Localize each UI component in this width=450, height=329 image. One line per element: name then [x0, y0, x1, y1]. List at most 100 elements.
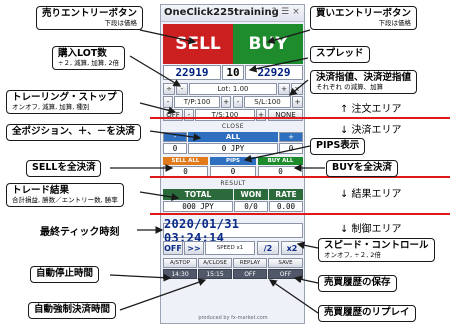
callout-buy-close-title: BUYを全決済 [332, 162, 392, 173]
callout-trailing-sub: オンオフ, 減算, 加算, 種別 [12, 102, 90, 111]
callout-speed: スピード・コントロール オンオフ, ÷２, 2倍 [318, 238, 435, 263]
close-plus-button[interactable]: + [279, 132, 303, 142]
order-area-label: ↑ 注文エリア [340, 104, 402, 115]
lot-value: Lot: 1.00 [189, 83, 277, 95]
sl-value: S/L:100 [244, 96, 291, 108]
close-minus-value: 0 [163, 143, 187, 154]
speed-value: SPEED x1 [205, 241, 255, 255]
sell-all-button[interactable]: SELL ALL [163, 157, 208, 165]
callout-buy-entry-title: 買いエントリーボタン [316, 8, 412, 19]
close-area-label: ↓ 決済エリア [340, 125, 402, 136]
callout-sell-close: SELLを全決済 [26, 160, 102, 177]
callout-sell-entry-sub: 下段は価格 [104, 18, 138, 27]
lot-minus-button[interactable]: - [176, 83, 188, 95]
result-total-header: TOTAL [163, 189, 233, 200]
trail-value: T/S:100 [195, 109, 255, 121]
callout-lot-title: 購入LOT数 [58, 48, 107, 59]
callout-replay-title: 売買履歴のリプレイ [324, 307, 410, 318]
callout-tpsl-title: 決済指値、決済逆指値 [316, 72, 412, 83]
callout-lot: 購入LOT数 ÷２, 減算, 加算, 2倍 [52, 46, 125, 71]
buy-button[interactable]: BUY [233, 24, 303, 64]
callout-auto-stop: 自動停止時間 [30, 266, 100, 283]
callout-result-sub: 合計損益, 勝数／エントリー数, 勝率 [12, 195, 118, 204]
pips-label: PIPS [210, 157, 256, 165]
callout-auto-stop-title: 自動停止時間 [36, 268, 94, 279]
lot-plus-button[interactable]: + [278, 83, 290, 95]
control-area-label: ↓ 制御エリア [340, 224, 402, 235]
callout-spread-title: スプレッド [316, 48, 364, 59]
callout-tpsl: 決済指値、決済逆指値 それぞれ の減算、加算 [310, 70, 418, 95]
callout-spread: スプレッド [310, 46, 370, 63]
window-title: OneClick225training [164, 7, 279, 18]
trail-type-button[interactable]: NONE [268, 109, 303, 121]
result-area-divider [150, 213, 450, 215]
callout-pips-title: PIPS表示 [316, 140, 360, 151]
speed-double-button[interactable]: x2 [281, 241, 303, 255]
tp-plus-button[interactable]: + [221, 96, 231, 108]
result-section-label: RESULT [220, 180, 246, 187]
callout-lot-sub: ÷２, 減算, 加算, 2倍 [58, 58, 119, 67]
callout-auto-close: 自動強制決済時間 [28, 302, 117, 319]
help-icon[interactable]: ? [269, 7, 279, 18]
autoclose-time[interactable]: 15:15 [198, 269, 232, 279]
callout-save: 売買履歴の保存 [318, 275, 397, 292]
sell-price: 22919 [163, 65, 221, 80]
fast-forward-button[interactable]: >> [184, 241, 204, 255]
result-won-header: WON [234, 189, 268, 200]
replay-state[interactable]: OFF [233, 269, 267, 279]
sl-minus-button[interactable]: - [233, 96, 243, 108]
speed-half-button[interactable]: /2 [257, 241, 279, 255]
close-icon[interactable]: × [291, 7, 301, 18]
callout-sell-close-title: SELLを全決済 [32, 162, 96, 173]
buy-all-button[interactable]: BUY ALL [258, 157, 303, 165]
callout-save-title: 売買履歴の保存 [324, 277, 391, 288]
tp-minus-button[interactable]: - [163, 96, 173, 108]
callout-speed-title: スピード・コントロール [324, 240, 429, 251]
callout-tpsl-sub: それぞれ の減算、加算 [316, 82, 384, 91]
callout-pips: PIPS表示 [310, 138, 366, 155]
result-area-label: ↓ 結果エリア [340, 189, 402, 200]
last-tick-label: 最終ティック時刻 [40, 227, 120, 238]
trail-toggle-button[interactable]: OFF [163, 109, 183, 121]
spread-value: 10 [222, 65, 244, 80]
close-section-label: CLOSE [221, 123, 245, 130]
buy-price: 22929 [245, 65, 303, 80]
callout-result-title: トレード結果 [12, 185, 70, 196]
autostop-time[interactable]: 14:30 [163, 269, 197, 279]
close-all-button[interactable]: ALL [188, 132, 278, 142]
result-rate-value: 0.00 [269, 201, 303, 212]
callout-sell-entry: 売りエントリーボタン 下段は価格 [36, 6, 144, 31]
callout-all-close: 全ポジション、＋、－を決済 [6, 124, 141, 141]
callout-buy-entry-sub: 下段は価格 [378, 18, 412, 27]
lot-double-button[interactable]: x [291, 83, 303, 95]
close-all-value: 0 JPY [188, 143, 278, 154]
close-plus-value: 0 [279, 143, 303, 154]
callout-buy-entry: 買いエントリーボタン 下段は価格 [310, 6, 418, 31]
trail-minus-button[interactable]: - [184, 109, 194, 121]
lot-half-button[interactable]: ÷ [163, 83, 175, 95]
callout-trailing: トレーリング・ストップ オンオフ, 減算, 加算, 種別 [6, 90, 123, 115]
autostop-button[interactable]: A/STOP [163, 258, 197, 268]
callout-auto-close-title: 自動強制決済時間 [34, 304, 111, 315]
title-bar[interactable]: OneClick225training ? ☰ × [161, 5, 304, 22]
save-button[interactable]: SAVE [268, 258, 303, 268]
callout-result: トレード結果 合計損益, 勝数／エントリー数, 勝率 [6, 183, 124, 208]
close-minus-button[interactable]: - [163, 132, 187, 142]
result-total-value: 000 JPY [163, 201, 233, 212]
callout-speed-sub: オンオフ, ÷２, 2倍 [324, 250, 381, 259]
result-won-value: 0/0 [234, 201, 268, 212]
tp-value: T/P:100 [174, 96, 220, 108]
callout-buy-close: BUYを全決済 [326, 160, 398, 177]
sl-plus-button[interactable]: + [292, 96, 303, 108]
result-rate-header: RATE [269, 189, 303, 200]
close-area-divider [150, 176, 450, 178]
last-tick-clock: 2020/01/31 03:24:14 [163, 217, 303, 245]
autoclose-button[interactable]: A/CLOSE [198, 258, 232, 268]
speed-toggle-button[interactable]: OFF [163, 241, 183, 255]
sell-button[interactable]: SELL [163, 24, 233, 64]
trail-plus-button[interactable]: + [256, 109, 266, 121]
footer-credit: produced by fx-market.com [198, 315, 268, 321]
save-state[interactable]: OFF [268, 269, 303, 279]
replay-button[interactable]: REPLAY [233, 258, 267, 268]
pin-icon[interactable]: ☰ [280, 7, 290, 18]
